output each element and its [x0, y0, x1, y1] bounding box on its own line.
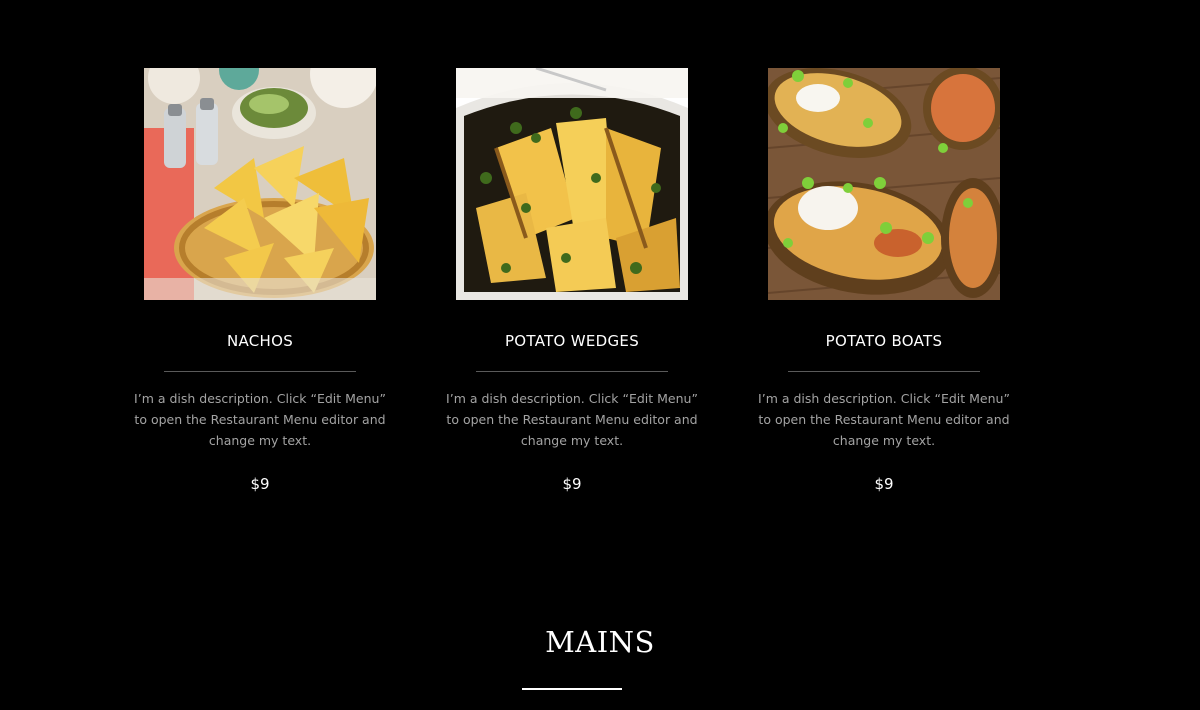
dish-divider — [164, 371, 356, 372]
dish-description: I’m a dish description. Click “Edit Menu… — [758, 391, 1010, 448]
dish-name: POTATO BOATS — [825, 332, 943, 350]
menu-item-nachos: NACHOS I’m a dish description. Click “Ed… — [128, 68, 392, 493]
nachos-photo[interactable] — [144, 68, 376, 300]
section-title-mains: MAINS — [545, 625, 655, 659]
dish-description: I’m a dish description. Click “Edit Menu… — [446, 391, 698, 448]
dish-divider — [476, 371, 668, 372]
potato-boats-photo[interactable] — [768, 68, 1000, 300]
dish-price: $9 — [250, 475, 270, 493]
dish-price: $9 — [874, 475, 894, 493]
dish-price: $9 — [562, 475, 582, 493]
menu-item-potato-wedges: POTATO WEDGES I’m a dish description. Cl… — [440, 68, 704, 493]
dish-description: I’m a dish description. Click “Edit Menu… — [134, 391, 386, 448]
dish-name: POTATO WEDGES — [504, 332, 640, 350]
potato-wedges-photo[interactable] — [456, 68, 688, 300]
menu-item-potato-boats: POTATO BOATS I’m a dish description. Cli… — [752, 68, 1016, 493]
section-title-underline — [522, 688, 622, 690]
dish-name: NACHOS — [226, 332, 294, 350]
dish-divider — [788, 371, 980, 372]
